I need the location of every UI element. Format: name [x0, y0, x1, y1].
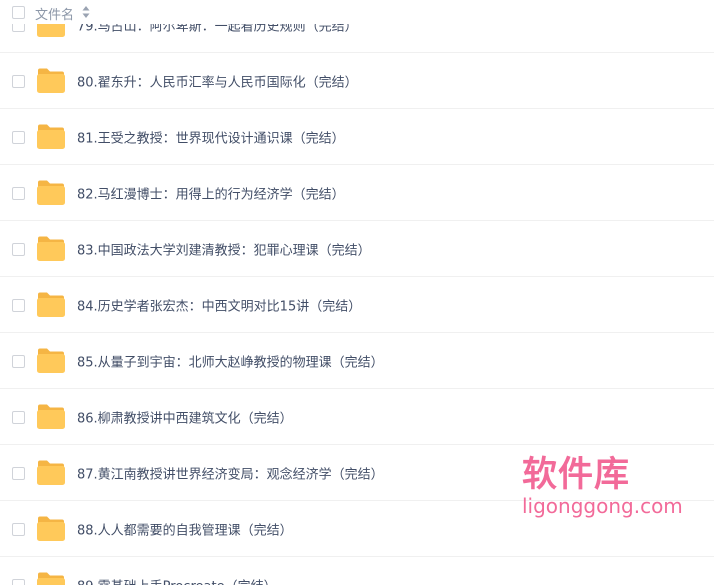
- row-checkbox[interactable]: [12, 578, 25, 585]
- row-checkbox[interactable]: [12, 522, 25, 536]
- column-header-filename[interactable]: 文件名: [35, 4, 74, 23]
- file-name[interactable]: 88.人人都需要的自我管理课（完结）: [77, 519, 293, 538]
- row-checkbox[interactable]: [12, 354, 25, 368]
- list-header: 文件名: [0, 0, 714, 24]
- row-checkbox[interactable]: [12, 242, 25, 256]
- file-name[interactable]: 85.从量子到宇宙：北师大赵峥教授的物理课（完结）: [77, 351, 384, 370]
- file-row[interactable]: 86.柳肃教授讲中西建筑文化（完结）: [0, 389, 714, 445]
- file-name[interactable]: 86.柳肃教授讲中西建筑文化（完结）: [77, 407, 293, 426]
- file-name[interactable]: 81.王受之教授：世界现代设计通识课（完结）: [77, 127, 345, 146]
- select-all-checkbox[interactable]: [12, 6, 25, 19]
- folder-icon: [36, 347, 66, 374]
- sort-icon[interactable]: [82, 5, 90, 19]
- folder-icon: [36, 291, 66, 318]
- file-row[interactable]: 83.中国政法大学刘建清教授：犯罪心理课（完结）: [0, 221, 714, 277]
- folder-icon: [36, 123, 66, 150]
- file-name[interactable]: 82.马红漫博士：用得上的行为经济学（完结）: [77, 183, 345, 202]
- watermark-title: 软件库: [522, 455, 631, 495]
- row-checkbox[interactable]: [12, 298, 25, 312]
- file-row[interactable]: 89.零基础上手Procreate（完结）: [0, 557, 714, 585]
- file-row[interactable]: 84.历史学者张宏杰：中西文明对比15讲（完结）: [0, 277, 714, 333]
- file-row[interactable]: 81.王受之教授：世界现代设计通识课（完结）: [0, 109, 714, 165]
- row-checkbox[interactable]: [12, 74, 25, 88]
- row-checkbox[interactable]: [12, 410, 25, 424]
- file-row[interactable]: 85.从量子到宇宙：北师大赵峥教授的物理课（完结）: [0, 333, 714, 389]
- folder-icon: [36, 67, 66, 94]
- watermark-url: ligonggong.com: [522, 494, 683, 518]
- file-name[interactable]: 87.黄江南教授讲世界经济变局：观念经济学（完结）: [77, 463, 384, 482]
- file-row[interactable]: 82.马红漫博士：用得上的行为经济学（完结）: [0, 165, 714, 221]
- folder-icon: [36, 235, 66, 262]
- folder-icon: [36, 515, 66, 542]
- file-name[interactable]: 80.翟东升：人民币汇率与人民币国际化（完结）: [77, 71, 358, 90]
- row-checkbox[interactable]: [12, 186, 25, 200]
- folder-icon: [36, 179, 66, 206]
- file-name[interactable]: 83.中国政法大学刘建清教授：犯罪心理课（完结）: [77, 239, 371, 258]
- file-row[interactable]: 80.翟东升：人民币汇率与人民币国际化（完结）: [0, 53, 714, 109]
- file-name[interactable]: 84.历史学者张宏杰：中西文明对比15讲（完结）: [77, 295, 361, 314]
- row-checkbox[interactable]: [12, 130, 25, 144]
- folder-icon: [36, 459, 66, 486]
- row-checkbox[interactable]: [12, 466, 25, 480]
- folder-icon: [36, 403, 66, 430]
- folder-icon: [36, 571, 66, 585]
- file-name[interactable]: 89.零基础上手Procreate（完结）: [77, 575, 277, 585]
